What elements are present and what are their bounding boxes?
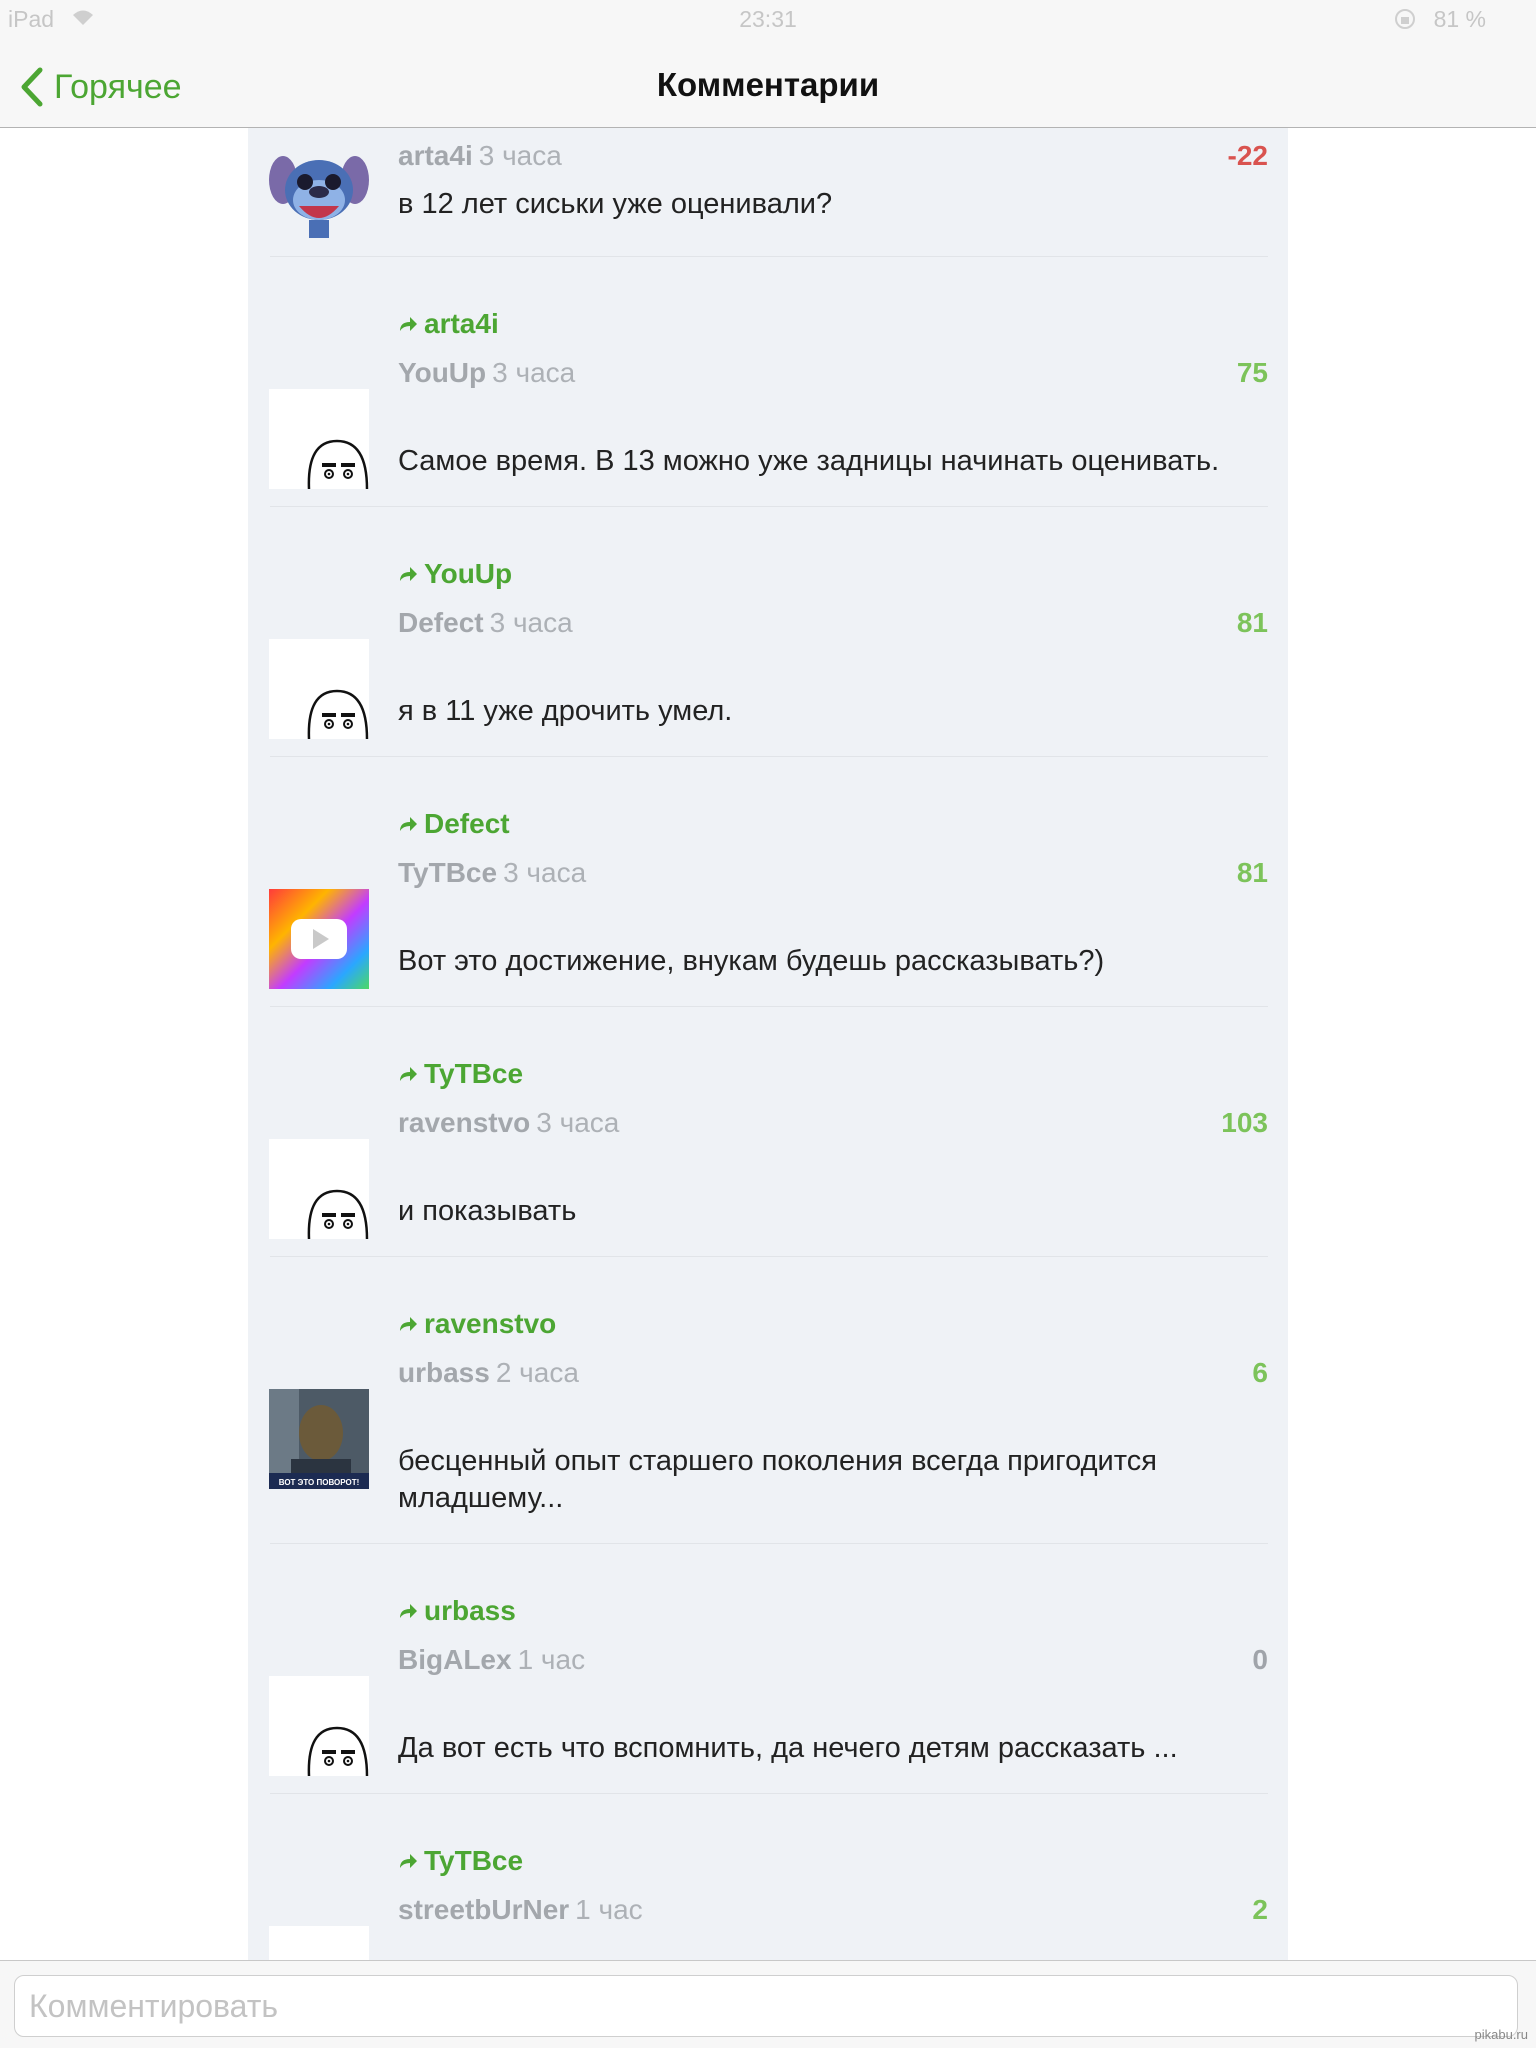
reply-arrow-icon bbox=[400, 567, 417, 581]
comment-text: Самое время. В 13 можно уже задницы начи… bbox=[398, 445, 1220, 477]
comment-author[interactable]: Defect bbox=[398, 607, 484, 638]
reply-arrow-icon bbox=[400, 817, 417, 831]
rotation-lock-icon bbox=[1394, 8, 1416, 36]
reply-to-author: TyTBce bbox=[424, 1845, 524, 1876]
comment-time: 3 часа bbox=[536, 1107, 620, 1138]
reply-to-author: YouUp bbox=[424, 558, 513, 589]
page-title: Комментарии bbox=[656, 66, 880, 103]
comment-score: 75 bbox=[1236, 357, 1268, 388]
divider bbox=[270, 756, 1268, 757]
comment-item: urbass BigALex 1 час 0 Да вот есть что вспом… bbox=[248, 1545, 1288, 1795]
reply-to-author: TyTBce bbox=[424, 1058, 524, 1089]
comment-meta: urbass 2 часа bbox=[398, 1357, 579, 1389]
divider bbox=[270, 1256, 1268, 1257]
reply-to-author: urbass bbox=[424, 1595, 516, 1626]
comment-text: Вот это достижение, внукам будешь расска… bbox=[398, 945, 1105, 977]
clock: 23:31 bbox=[739, 6, 797, 32]
comment-input[interactable] bbox=[14, 1975, 1518, 2037]
comment-meta: Defect 3 часа bbox=[398, 607, 573, 639]
comment-composer bbox=[0, 1960, 1536, 2048]
status-bar: iPad 23:31 81 % bbox=[0, 0, 1536, 42]
avatar-default-face[interactable] bbox=[269, 1676, 369, 1776]
avatar-meme-photo[interactable]: ВОТ ЭТО ПОВОРОТ! bbox=[269, 1389, 369, 1489]
comment-text: бесценный опыт старшего поколения всегда… bbox=[398, 1445, 1157, 1514]
avatar-stitch[interactable] bbox=[269, 140, 369, 240]
avatar-default-face[interactable] bbox=[269, 1926, 369, 1960]
comment-author[interactable]: ravenstvo bbox=[398, 1107, 530, 1138]
comment-item: ravenstvo ВОТ ЭТО ПОВОРОТ! urbass 2 часа 6 бе… bbox=[248, 1258, 1288, 1545]
comment-meta: BigALex 1 час bbox=[398, 1644, 585, 1676]
comment-score: -22 bbox=[1227, 140, 1268, 171]
comment-author[interactable]: TyTBce bbox=[398, 857, 497, 888]
avatar-default-face[interactable] bbox=[269, 1139, 369, 1239]
comment-time: 3 часа bbox=[492, 357, 576, 388]
comment-time: 1 час bbox=[575, 1894, 643, 1925]
comment-score: 81 bbox=[1236, 607, 1268, 638]
comment-text: я в 11 уже дрочить умел. bbox=[398, 695, 733, 727]
reply-to-link[interactable]: urbass bbox=[398, 1595, 516, 1627]
reply-to-link[interactable]: ravenstvo bbox=[398, 1308, 556, 1340]
comment-text: и показывать bbox=[398, 1195, 577, 1227]
watermark: pikabu.ru bbox=[1474, 2027, 1528, 2042]
avatar-default-face[interactable] bbox=[269, 639, 369, 739]
comment-meta: streetbUrNer 1 час bbox=[398, 1894, 643, 1926]
comment-time: 3 часа bbox=[503, 857, 587, 888]
comment-list[interactable]: arta4i 3 часа -22 в 12 лет сиськи уже оцени… bbox=[248, 128, 1288, 1960]
divider bbox=[270, 506, 1268, 507]
comment-score: 81 bbox=[1236, 857, 1268, 888]
avatar-caption: ВОТ ЭТО ПОВОРОТ! bbox=[278, 1478, 360, 1487]
comment-time: 1 час bbox=[517, 1644, 586, 1675]
comment-author[interactable]: arta4i bbox=[398, 140, 473, 171]
divider bbox=[270, 256, 1268, 257]
reply-arrow-icon bbox=[400, 1317, 417, 1331]
comment-time: 3 часа bbox=[489, 607, 573, 638]
comment-item: TyTBce ravenstvo 3 часа 103 и показывать bbox=[248, 1008, 1288, 1258]
reply-arrow-icon bbox=[400, 1067, 417, 1081]
reply-arrow-icon bbox=[400, 1604, 417, 1618]
comment-text: Да вот есть что вспомнить, да нечего дет… bbox=[398, 1732, 1178, 1764]
comment-author[interactable]: urbass bbox=[398, 1357, 490, 1388]
comment-author[interactable]: YouUp bbox=[398, 357, 486, 388]
reply-arrow-icon bbox=[400, 1854, 417, 1868]
comment-score: 6 bbox=[1252, 1357, 1268, 1388]
comment-time: 3 часа bbox=[478, 140, 562, 171]
comment-time: 2 часа bbox=[495, 1357, 579, 1388]
reply-to-author: Defect bbox=[424, 808, 510, 839]
comment-item: arta4i YouUp 3 часа 75 Самое время. В 13 мож… bbox=[248, 258, 1288, 508]
comment-item: YouUp Defect 3 часа 81 я в 11 уже дрочить ум… bbox=[248, 508, 1288, 758]
reply-to-link[interactable]: Defect bbox=[398, 808, 510, 840]
divider bbox=[270, 1006, 1268, 1007]
reply-to-link[interactable]: TyTBce bbox=[398, 1058, 523, 1090]
comment-score: 2 bbox=[1252, 1894, 1268, 1925]
comment-meta: TyTBce 3 часа bbox=[398, 857, 586, 889]
comment-text: в 12 лет сиськи уже оценивали? bbox=[398, 188, 833, 220]
comment-meta: YouUp 3 часа bbox=[398, 357, 575, 389]
divider bbox=[270, 1793, 1268, 1794]
avatar-default-face[interactable] bbox=[269, 389, 369, 489]
reply-to-author: ravenstvo bbox=[424, 1308, 557, 1339]
reply-to-link[interactable]: TyTBce bbox=[398, 1845, 523, 1877]
comment-score: 103 bbox=[1221, 1107, 1268, 1138]
comment-author[interactable]: streetbUrNer bbox=[398, 1894, 569, 1925]
reply-to-author: arta4i bbox=[424, 308, 499, 339]
comment-score: 0 bbox=[1252, 1644, 1268, 1675]
comment-meta: ravenstvo 3 часа bbox=[398, 1107, 619, 1139]
comment-item: TyTBce streetbUrNer 1 час 2 bbox=[248, 1795, 1288, 1960]
avatar-youtube-logo[interactable] bbox=[269, 889, 369, 989]
divider bbox=[270, 1543, 1268, 1544]
comment-item: arta4i 3 часа -22 в 12 лет сиськи уже оцени… bbox=[248, 128, 1288, 258]
comment-author[interactable]: BigALex bbox=[398, 1644, 512, 1675]
battery-percent: 81 % bbox=[1433, 6, 1486, 32]
reply-to-link[interactable]: arta4i bbox=[398, 308, 499, 340]
reply-arrow-icon bbox=[400, 317, 417, 331]
reply-to-link[interactable]: YouUp bbox=[398, 558, 512, 590]
comment-meta: arta4i 3 часа bbox=[398, 140, 562, 172]
comment-item: Defect TyTBce 3 часа 81 Вот это достижение, … bbox=[248, 758, 1288, 1008]
navigation-bar: iPad 23:31 81 % Горячее Комментарии bbox=[0, 0, 1536, 128]
